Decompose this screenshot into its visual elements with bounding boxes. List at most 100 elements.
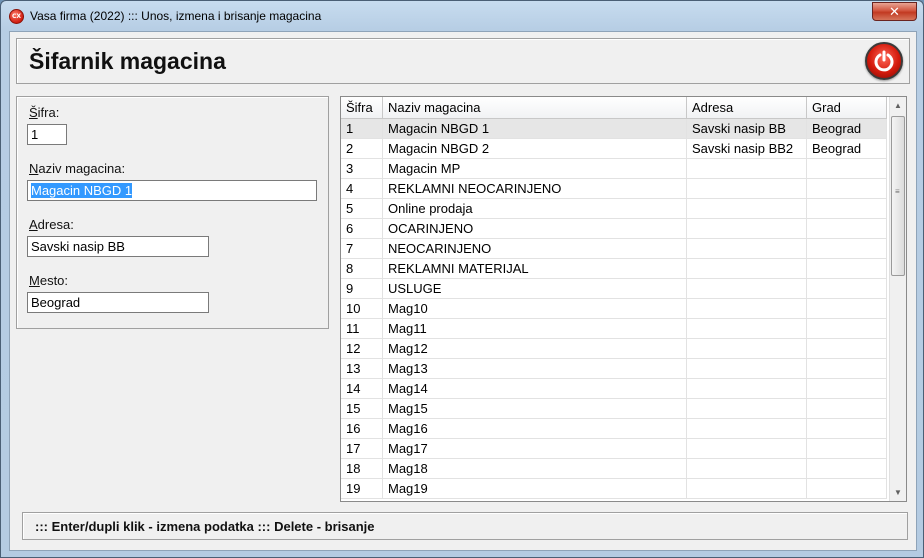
- table-row[interactable]: 2 Magacin NBGD 2 Savski nasip BB2 Beograd: [341, 139, 887, 159]
- cell-adresa: [687, 319, 807, 339]
- cell-adresa: [687, 259, 807, 279]
- cell-grad: [807, 199, 887, 219]
- cell-adresa: [687, 279, 807, 299]
- cell-naziv: Magacin NBGD 1: [383, 119, 687, 139]
- cell-naziv: Mag19: [383, 479, 687, 499]
- cell-grad: [807, 299, 887, 319]
- client-area: Šifarnik magacina Šifra: 1 Naziv magacin…: [9, 31, 917, 551]
- cell-adresa: [687, 199, 807, 219]
- table-row[interactable]: 1 Magacin NBGD 1 Savski nasip BB Beograd: [341, 119, 887, 139]
- cell-grad: [807, 339, 887, 359]
- cell-grad: [807, 479, 887, 499]
- cell-adresa: [687, 439, 807, 459]
- cell-sifra: 16: [341, 419, 383, 439]
- cell-naziv: Mag10: [383, 299, 687, 319]
- cell-adresa: [687, 239, 807, 259]
- scroll-thumb[interactable]: ≡: [891, 116, 905, 276]
- table-row[interactable]: 19 Mag19: [341, 479, 887, 499]
- sifra-label: Šifra:: [29, 105, 60, 120]
- page-title: Šifarnik magacina: [29, 48, 226, 74]
- cell-sifra: 14: [341, 379, 383, 399]
- power-icon: [874, 50, 894, 72]
- cell-grad: [807, 439, 887, 459]
- table-row[interactable]: 17 Mag17: [341, 439, 887, 459]
- scroll-up-icon[interactable]: ▲: [890, 97, 906, 114]
- cell-adresa: [687, 459, 807, 479]
- cell-naziv: REKLAMNI MATERIJAL: [383, 259, 687, 279]
- column-header-naziv[interactable]: Naziv magacina: [383, 97, 687, 119]
- cell-grad: Beograd: [807, 139, 887, 159]
- column-header-sifra[interactable]: Šifra: [341, 97, 383, 119]
- cell-sifra: 10: [341, 299, 383, 319]
- cell-grad: [807, 379, 887, 399]
- cell-naziv: OCARINJENO: [383, 219, 687, 239]
- column-header-grad[interactable]: Grad: [807, 97, 887, 119]
- cell-grad: [807, 219, 887, 239]
- grip-icon: ≡: [895, 187, 900, 196]
- cell-adresa: [687, 359, 807, 379]
- grid-body: 1 Magacin NBGD 1 Savski nasip BB Beograd 2 Ma…: [341, 119, 887, 499]
- adresa-label: Adresa:: [29, 217, 74, 232]
- status-bar: ::: Enter/dupli klik - izmena podatka ::…: [22, 512, 908, 540]
- table-row[interactable]: 14 Mag14: [341, 379, 887, 399]
- app-icon: CX: [9, 9, 24, 24]
- cell-naziv: Mag16: [383, 419, 687, 439]
- mesto-label: Mesto:: [29, 273, 69, 288]
- table-row[interactable]: 7 NEOCARINJENO: [341, 239, 887, 259]
- table-row[interactable]: 9 USLUGE: [341, 279, 887, 299]
- cell-grad: [807, 159, 887, 179]
- cell-adresa: Savski nasip BB: [687, 119, 807, 139]
- cell-sifra: 7: [341, 239, 383, 259]
- table-row[interactable]: 13 Mag13: [341, 359, 887, 379]
- cell-grad: [807, 279, 887, 299]
- power-button[interactable]: [865, 42, 903, 80]
- cell-naziv: USLUGE: [383, 279, 687, 299]
- naziv-field[interactable]: Magacin NBGD 1: [27, 180, 317, 201]
- cell-naziv: NEOCARINJENO: [383, 239, 687, 259]
- grid-header: Šifra Naziv magacina Adresa Grad: [341, 97, 887, 119]
- table-row[interactable]: 10 Mag10: [341, 299, 887, 319]
- table-row[interactable]: 16 Mag16: [341, 419, 887, 439]
- cell-naziv: Mag11: [383, 319, 687, 339]
- table-row[interactable]: 11 Mag11: [341, 319, 887, 339]
- window-title: Vasa firma (2022) ::: Unos, izmena i bri…: [30, 9, 322, 23]
- cell-sifra: 2: [341, 139, 383, 159]
- cell-adresa: [687, 399, 807, 419]
- status-text: ::: Enter/dupli klik - izmena podatka ::…: [35, 519, 375, 534]
- vertical-scrollbar[interactable]: ▲ ≡ ▼: [889, 97, 906, 501]
- scroll-down-icon[interactable]: ▼: [890, 484, 906, 501]
- cell-adresa: [687, 159, 807, 179]
- cell-sifra: 11: [341, 319, 383, 339]
- cell-sifra: 18: [341, 459, 383, 479]
- cell-adresa: [687, 379, 807, 399]
- table-row[interactable]: 3 Magacin MP: [341, 159, 887, 179]
- title-bar[interactable]: CX Vasa firma (2022) ::: Unos, izmena i …: [1, 1, 923, 31]
- cell-adresa: [687, 419, 807, 439]
- cell-naziv: Mag12: [383, 339, 687, 359]
- cell-sifra: 3: [341, 159, 383, 179]
- cell-naziv: REKLAMNI NEOCARINJENO: [383, 179, 687, 199]
- header-panel: Šifarnik magacina: [16, 38, 910, 84]
- table-row[interactable]: 18 Mag18: [341, 459, 887, 479]
- cell-grad: [807, 359, 887, 379]
- close-button[interactable]: ✕: [872, 2, 917, 21]
- table-row[interactable]: 4 REKLAMNI NEOCARINJENO: [341, 179, 887, 199]
- column-header-adresa[interactable]: Adresa: [687, 97, 807, 119]
- table-row[interactable]: 8 REKLAMNI MATERIJAL: [341, 259, 887, 279]
- table-row[interactable]: 12 Mag12: [341, 339, 887, 359]
- cell-grad: [807, 179, 887, 199]
- table-row[interactable]: 6 OCARINJENO: [341, 219, 887, 239]
- warehouse-grid[interactable]: Šifra Naziv magacina Adresa Grad 1 Magaci…: [340, 96, 907, 502]
- table-row[interactable]: 15 Mag15: [341, 399, 887, 419]
- cell-grad: [807, 239, 887, 259]
- cell-adresa: [687, 179, 807, 199]
- cell-naziv: Mag17: [383, 439, 687, 459]
- naziv-label: Naziv magacina:: [29, 161, 126, 176]
- cell-naziv: Mag14: [383, 379, 687, 399]
- table-row[interactable]: 5 Online prodaja: [341, 199, 887, 219]
- adresa-field[interactable]: Savski nasip BB: [27, 236, 209, 257]
- mesto-field[interactable]: Beograd: [27, 292, 209, 313]
- cell-naziv: Magacin NBGD 2: [383, 139, 687, 159]
- sifra-field[interactable]: 1: [27, 124, 67, 145]
- cell-naziv: Mag18: [383, 459, 687, 479]
